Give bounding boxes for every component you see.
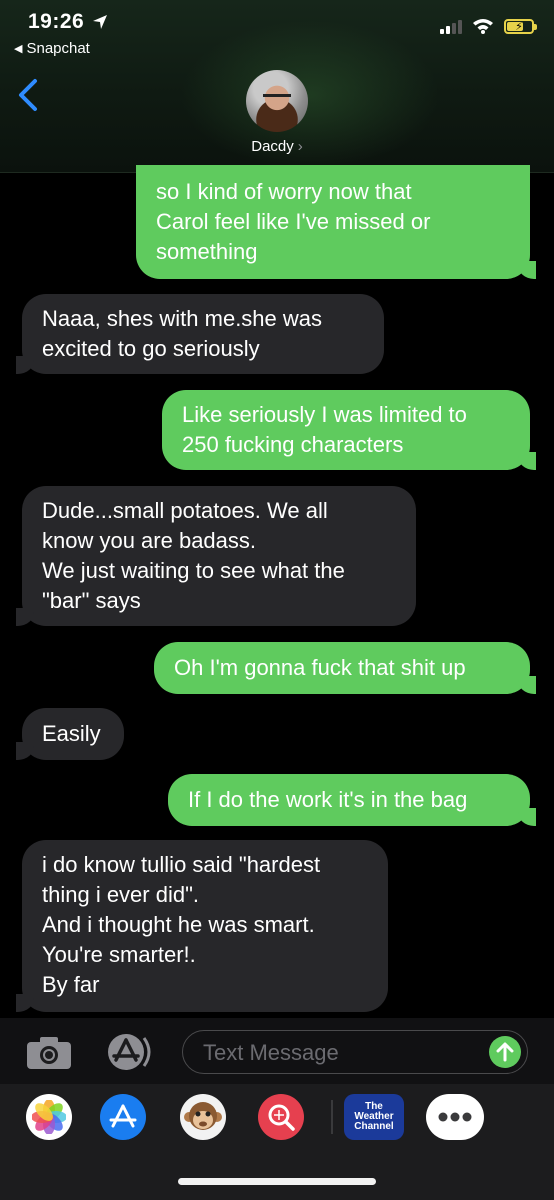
drawer-divider (331, 1100, 333, 1134)
weather-channel-label: The Weather Channel (354, 1101, 394, 1132)
message-text-field[interactable]: Text Message (182, 1030, 528, 1074)
message-bubble-sent[interactable]: If I do the work it's in the bag (168, 774, 536, 826)
message-text: i do know tullio said "hardest thing i e… (42, 852, 321, 997)
message-bubble-received[interactable]: i do know tullio said "hardest thing i e… (16, 840, 388, 1012)
animoji-icon[interactable] (180, 1094, 226, 1140)
message-text: If I do the work it's in the bag (188, 787, 468, 812)
back-app-label: Snapchat (26, 40, 90, 57)
contact-name-label: Dacdy (251, 138, 294, 155)
app-store-icon[interactable] (100, 1094, 146, 1140)
camera-icon[interactable] (26, 1036, 72, 1070)
back-to-app-link[interactable]: ◀ Snapchat (14, 40, 90, 57)
message-text: so I kind of worry now that Carol feel l… (156, 179, 431, 264)
arrow-up-icon (496, 1042, 514, 1062)
contact-name-button[interactable]: Dacdy › (0, 138, 554, 155)
back-triangle-icon: ◀ (14, 43, 23, 55)
cellular-signal-icon (440, 18, 462, 34)
contact-avatar[interactable] (246, 70, 308, 132)
back-chevron-icon[interactable] (16, 78, 40, 112)
message-bubble-received[interactable]: Easily (16, 708, 124, 760)
send-button[interactable] (489, 1036, 521, 1068)
message-bubble-sent[interactable]: so I kind of worry now that Carol feel l… (136, 165, 536, 279)
wifi-icon (473, 19, 493, 34)
message-text: Oh I'm gonna fuck that shit up (174, 655, 466, 680)
more-icon[interactable] (426, 1094, 484, 1140)
message-bubble-received[interactable]: Dude...small potatoes. We all know you a… (16, 486, 416, 626)
text-field-placeholder: Text Message (203, 1040, 339, 1065)
message-bubble-sent[interactable]: Oh I'm gonna fuck that shit up (154, 642, 536, 694)
message-text: Like seriously I was limited to 250 fuck… (182, 402, 467, 457)
message-bubble-sent[interactable]: Like seriously I was limited to 250 fuck… (162, 390, 536, 470)
home-indicator[interactable] (178, 1178, 376, 1185)
message-input-bar: Text Message (0, 1018, 554, 1084)
location-arrow-icon (93, 15, 107, 29)
weather-channel-icon[interactable]: The Weather Channel (344, 1094, 404, 1140)
message-text: Dude...small potatoes. We all know you a… (42, 498, 345, 613)
status-time: 19:26 (28, 10, 85, 33)
app-store-apps-icon[interactable] (104, 1032, 154, 1072)
message-bubble-received[interactable]: Naaa, shes with me.she was excited to go… (16, 294, 384, 374)
chevron-right-icon: › (297, 138, 303, 155)
photos-icon[interactable] (26, 1094, 72, 1140)
battery-charging-icon: ⚡ (504, 18, 537, 34)
conversation-header: 19:26 ◀ Snapchat ⚡ Dacdy › (0, 0, 554, 173)
message-text: Naaa, shes with me.she was excited to go… (42, 306, 323, 361)
web-search-icon[interactable] (258, 1094, 304, 1140)
status-indicators: ⚡ (440, 18, 537, 34)
message-text: Easily (42, 721, 101, 746)
